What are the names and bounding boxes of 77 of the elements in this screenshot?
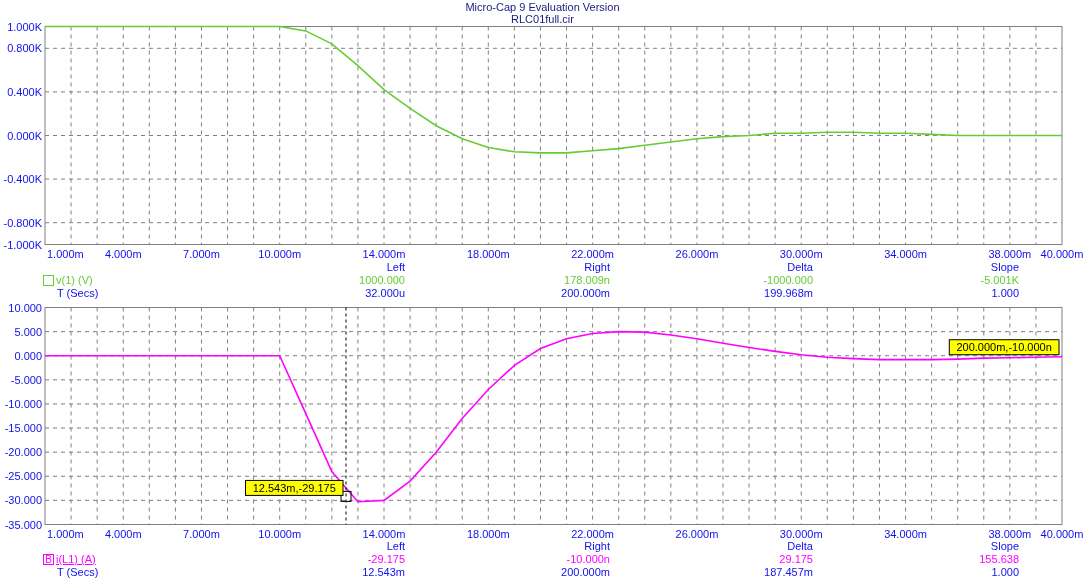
readout-value: 200.000m	[560, 286, 610, 300]
axis-tick-label: 10.000m	[258, 247, 302, 260]
trace-name[interactable]: i(L1) (A)	[56, 553, 96, 566]
readout-value: 1000.000	[358, 273, 405, 287]
axis-tick-label: 30.000m	[779, 247, 823, 260]
axis-tick-label: 4.000m	[104, 247, 142, 260]
cursor-line[interactable]	[345, 306, 347, 525]
column-header: Left	[385, 260, 405, 274]
trace-color-box[interactable]	[43, 274, 54, 286]
axis-tick-label: 38.000m	[988, 527, 1032, 539]
axis-tick-label: 38.000m	[988, 247, 1032, 260]
readout-value: -5.001K	[979, 273, 1019, 287]
axis-tick-label: 22.000m	[571, 527, 614, 539]
axis-tick-label: -15.000	[4, 421, 42, 434]
readout-value: 32.000u	[364, 286, 405, 300]
axis-tick-label: -1.000K	[3, 238, 42, 251]
axis-tick-label: 4.000m	[104, 527, 142, 539]
axis-tick-label: 40.000m	[1040, 247, 1084, 260]
column-header: Right	[583, 540, 610, 553]
axis-tick-label: 0.000K	[7, 129, 42, 142]
axis-tick-label: -0.800K	[3, 216, 42, 229]
axis-tick-label: -10.000	[4, 397, 42, 410]
axis-tick-label: 7.000m	[183, 527, 220, 539]
axis-tick-label: 10.000m	[258, 527, 302, 539]
axis-tick-label: 1.000m	[47, 247, 84, 260]
column-header: Delta	[786, 540, 813, 553]
readout-value: 12.543m	[361, 566, 405, 579]
axis-tick-label: 7.000m	[183, 247, 220, 260]
readout-value: -10.000n	[565, 553, 610, 566]
readout-value: 1.000	[990, 286, 1019, 300]
annotation: 200.000m,-10.000n	[956, 340, 1052, 353]
readout-value: 29.175	[778, 553, 813, 566]
axis-tick-label: 1.000m	[47, 527, 84, 539]
axis-tick-label: 1.000K	[7, 22, 42, 33]
axis-tick-label: 5.000	[14, 325, 42, 338]
column-header: Delta	[786, 260, 813, 274]
readout-value: 155.638	[978, 553, 1019, 566]
column-header: Right	[583, 260, 610, 274]
axis-tick-label: 0.000	[14, 349, 42, 362]
readout-value: 199.968m	[763, 286, 813, 300]
axis-tick-label: 30.000m	[779, 527, 823, 539]
column-header: Slope	[989, 260, 1019, 274]
column-header: Left	[385, 540, 405, 553]
readout-value: 187.457m	[763, 566, 813, 579]
x-variable-label: T (Secs)	[56, 286, 100, 300]
readout-value: -1000.000	[762, 273, 813, 287]
axis-tick-label: 34.000m	[884, 527, 927, 539]
axis-tick-label: -5.000	[10, 373, 42, 386]
axis-tick-label: 0.800K	[7, 42, 42, 55]
readout-value: 178.009n	[563, 273, 610, 287]
axis-tick-label: 26.000m	[675, 247, 719, 260]
axis-tick-label: 34.000m	[884, 247, 927, 260]
annotation: 12.543m,-29.175	[252, 481, 336, 494]
axis-tick-label: 18.000m	[466, 247, 510, 260]
axis-tick-label: -20.000	[4, 445, 42, 458]
x-variable-label: T (Secs)	[56, 566, 100, 579]
axis-tick-label: 22.000m	[571, 247, 614, 260]
axis-tick-label: 18.000m	[466, 527, 510, 539]
axis-tick-label: 40.000m	[1040, 527, 1084, 539]
axis-tick-label: -30.000	[4, 493, 42, 506]
trace-name[interactable]: v(1) (V)	[56, 273, 93, 287]
axis-tick-label: 26.000m	[675, 527, 719, 539]
file-name: RLC01full.cir	[511, 13, 574, 25]
readout-value: 200.000m	[560, 566, 610, 579]
window-title: Micro-Cap 9 Evaluation Version	[465, 1, 620, 13]
axis-tick-label: 14.000m	[362, 247, 406, 260]
axis-tick-label: 10.000	[8, 301, 42, 313]
readout-value: -29.175	[366, 553, 405, 566]
axis-tick-label: -25.000	[4, 469, 42, 482]
axis-tick-label: 14.000m	[362, 527, 406, 539]
axis-tick-label: -0.400K	[3, 173, 42, 186]
axis-tick-label: -35.000	[4, 518, 42, 530]
cursor-value-tag: 200.000m,-10.000n	[948, 338, 1060, 355]
axis-tick-label: 0.400K	[7, 85, 42, 98]
column-header: Slope	[989, 540, 1019, 553]
readout-value: 1.000	[990, 566, 1019, 579]
trace-badge[interactable]: B	[43, 554, 54, 565]
